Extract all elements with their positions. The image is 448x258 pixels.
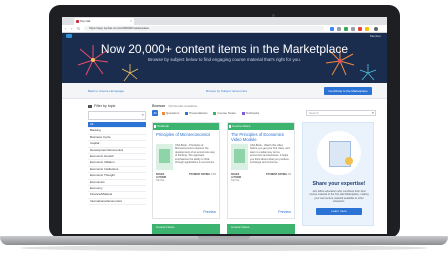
topic-sidebar: Filter by topic ⌕ All Banking Business C… — [88, 103, 146, 234]
preview-link[interactable]: Preview — [278, 210, 291, 214]
hero-banner: Member Now 20,000+ content items in the … — [62, 33, 387, 83]
hero-top-bar: Member — [62, 33, 387, 39]
extension-icon[interactable] — [358, 27, 362, 31]
browser-address-bar: ‹ › ↻ https://app.tophat.com/e/000000/ma… — [62, 25, 387, 33]
extension-icon[interactable] — [365, 27, 369, 31]
profile-icon[interactable] — [374, 27, 378, 31]
tophat-logo-icon[interactable] — [66, 34, 72, 38]
laptop-notch — [198, 236, 250, 240]
filter-presentations[interactable]: Presentations — [185, 111, 208, 115]
tab-close-icon[interactable]: × — [130, 18, 132, 25]
card-body: USA Book - Watch this video before you g… — [228, 143, 294, 173]
sidebar-title: Filter by topic — [94, 104, 116, 108]
rating-label: STUDENT RATING — [189, 173, 210, 176]
firework-decoration-icon — [359, 64, 377, 81]
card-meta: PAGES STUDENT RATING 4.5/5 AUTHOR Top Hat — [153, 173, 219, 186]
back-arrow-icon[interactable]: ‹ — [65, 26, 66, 31]
member-menu[interactable]: Member — [370, 34, 381, 38]
browser-tab[interactable]: Top Hat × — [74, 18, 134, 25]
card-type-header: Textbook — [153, 123, 219, 130]
subject-dropdown[interactable]: Browse by Subject: Economics — [206, 89, 247, 93]
search-placeholder: Search — [309, 111, 319, 115]
card-description: USA Book - Principles of Microeconomics … — [175, 144, 215, 165]
card-description: USA Book - Watch this video before you g… — [250, 144, 290, 165]
sidebar-item[interactable]: International Economics — [88, 199, 146, 206]
hero-title: Now 20,000+ content items in the Marketp… — [100, 42, 349, 56]
content-type-filters: All Questions Presentations Course Notes… — [152, 110, 264, 116]
course-notes-icon — [213, 111, 217, 115]
sub-navigation: Back to Course Homepage Browse by Subjec… — [62, 83, 387, 99]
url-field[interactable]: https://app.tophat.com/e/000000/marketpl… — [84, 26, 324, 31]
author-name: Top Hat — [231, 179, 240, 183]
content-card-header[interactable]: Course Notes — [152, 224, 220, 234]
reload-icon[interactable]: ↻ — [77, 26, 80, 31]
card-meta: PAGES STUDENT RATING 4/5 AUTHOR Top Hat — [228, 173, 294, 186]
card-type: Course Notes — [232, 124, 251, 128]
card-type: Textbook — [157, 124, 170, 128]
extension-icon[interactable] — [330, 27, 334, 31]
result-count: (50 Results Available) — [168, 104, 198, 108]
card-body: USA Book - Principles of Microeconomics … — [153, 143, 219, 173]
promo-title: Share your expertise! — [312, 181, 366, 187]
filter-course-notes[interactable]: Course Notes — [213, 111, 236, 115]
search-icon: ⌕ — [141, 112, 144, 117]
questions-icon — [161, 111, 165, 115]
learn-more-button[interactable]: Learn more — [316, 208, 362, 215]
laptop-frame: Top Hat × ‹ › ↻ https://app.tophat.com/e… — [0, 0, 448, 258]
topic-search-input[interactable]: ⌕ — [88, 111, 146, 120]
tophat-favicon-icon — [76, 20, 79, 23]
textbooks-icon — [241, 111, 245, 115]
card-title[interactable]: Principles of Microeconomics — [153, 130, 219, 143]
content-card-header[interactable]: Course Notes — [227, 224, 295, 234]
filter-questions[interactable]: Questions — [161, 111, 180, 115]
laptop-shadow — [20, 245, 428, 251]
card-title[interactable]: The Principles of Economics Video Module — [228, 130, 294, 143]
filter-all-button[interactable]: All — [152, 110, 158, 116]
tab-title: Top Hat — [80, 19, 91, 23]
search-icon: ⌕ — [371, 110, 374, 115]
extension-icon[interactable] — [337, 27, 341, 31]
extension-icon[interactable] — [344, 27, 348, 31]
forward-arrow-icon[interactable]: › — [71, 26, 72, 31]
content-card[interactable]: Textbook Principles of Microeconomics US… — [152, 122, 220, 219]
contribute-button[interactable]: Contribute to the Marketplace — [324, 87, 372, 95]
back-to-course-link[interactable]: Back to Course Homepage — [88, 89, 124, 93]
content-card[interactable]: Course Notes The Principles of Economics… — [227, 122, 295, 219]
main-content: Browse (50 Results Available) All Questio… — [152, 103, 378, 234]
author-name: Top Hat — [156, 179, 165, 183]
screen: Top Hat × ‹ › ↻ https://app.tophat.com/e… — [62, 17, 387, 234]
card-thumbnail — [156, 144, 173, 170]
extension-icon[interactable] — [351, 27, 355, 31]
hero-subtitle: Browse by subject below to find engaging… — [148, 57, 301, 62]
rating-value: 4.5/5 — [210, 173, 216, 176]
browse-label: Browse — [152, 103, 166, 108]
search-input[interactable]: Search ⌕ — [306, 110, 376, 116]
firework-decoration-icon — [121, 64, 139, 82]
presentations-icon — [185, 111, 189, 115]
filter-label: Course Notes — [217, 111, 236, 115]
textbook-icon — [154, 125, 156, 128]
contribute-promo: Share your expertise! Join fellow educat… — [302, 122, 374, 226]
rating-value: 4/5 — [287, 173, 291, 176]
card-type-header: Course Notes — [228, 123, 294, 130]
browser-tab-bar: Top Hat × — [62, 17, 387, 32]
filter-label: Presentations — [189, 111, 208, 115]
promo-illustration — [317, 131, 361, 175]
promo-text: Join fellow educators who contribute the… — [309, 190, 369, 204]
filter-icon — [88, 105, 92, 108]
filter-textbooks[interactable]: Textbooks — [241, 111, 260, 115]
card-thumbnail — [231, 144, 248, 170]
filter-label: Textbooks — [245, 111, 260, 115]
preview-link[interactable]: Preview — [203, 210, 216, 214]
browse-heading: Browse (50 Results Available) — [152, 103, 197, 108]
sidebar-header: Filter by topic — [88, 103, 146, 110]
rating-label: STUDENT RATING — [266, 173, 287, 176]
filter-label: Questions — [165, 111, 180, 115]
course-notes-icon — [229, 125, 231, 128]
